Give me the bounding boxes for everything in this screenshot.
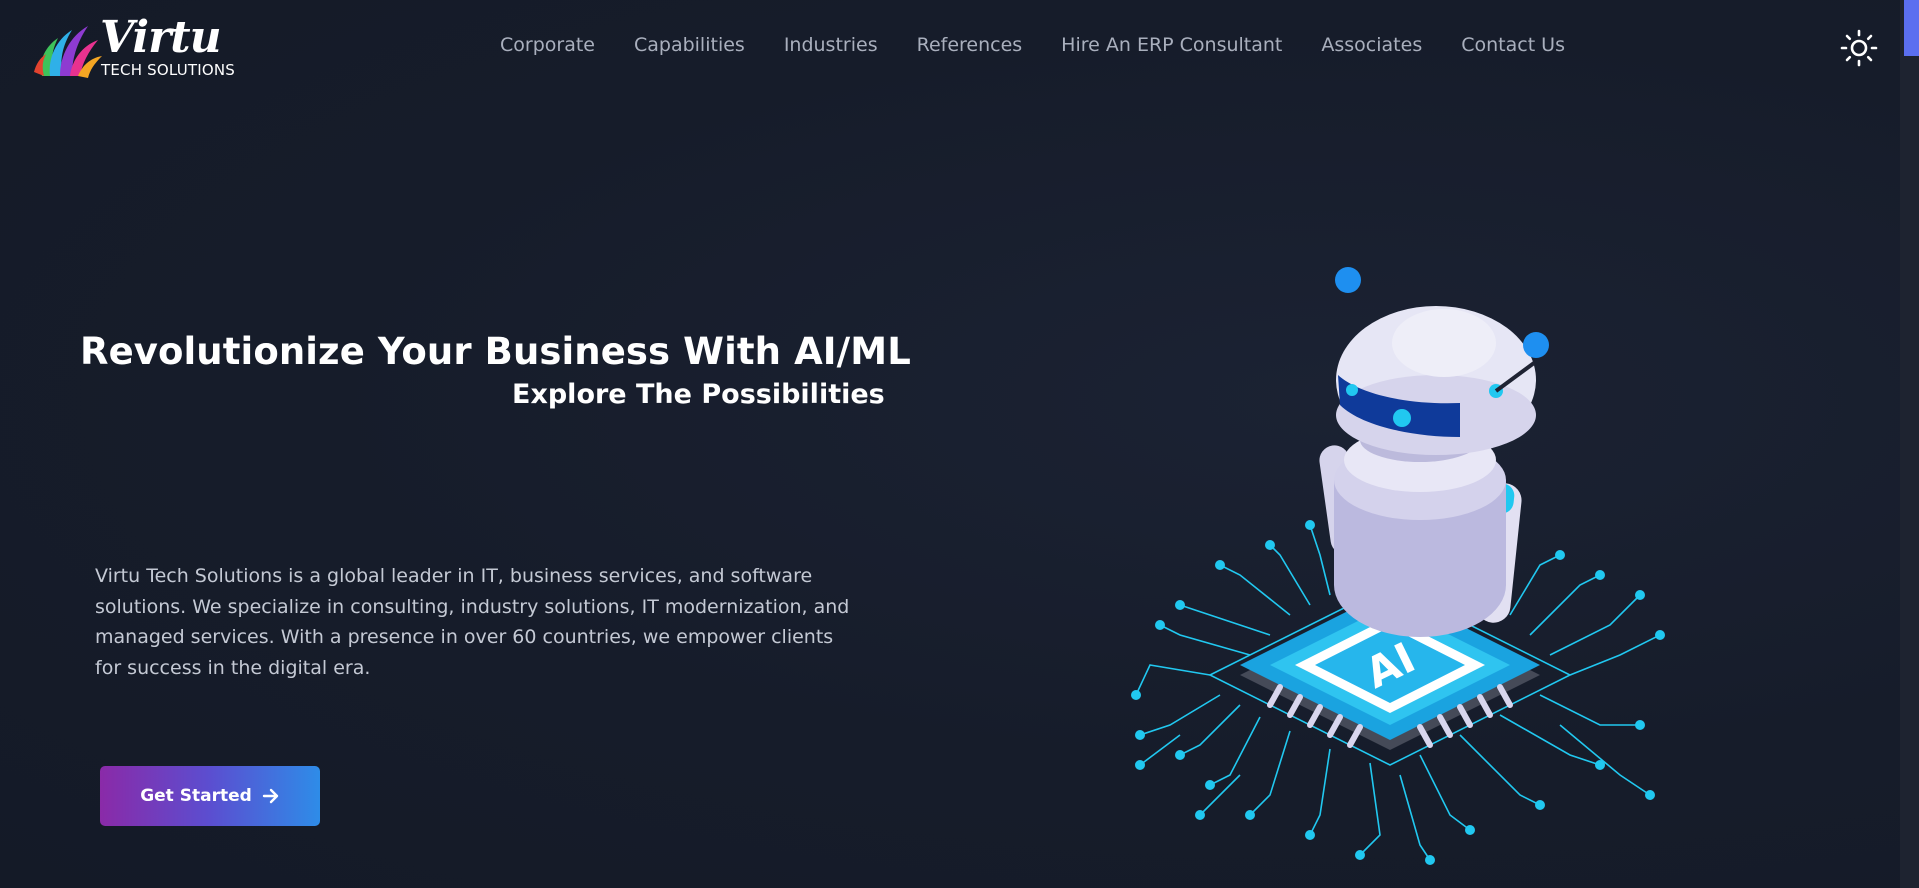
- get-started-label: Get Started: [140, 786, 252, 806]
- scrollbar[interactable]: [1900, 0, 1919, 888]
- nav-item-associates[interactable]: Associates: [1321, 34, 1422, 56]
- scrollbar-thumb[interactable]: [1904, 0, 1919, 56]
- sun-icon: [1840, 29, 1878, 67]
- get-started-button[interactable]: Get Started: [100, 766, 320, 826]
- nav-item-corporate[interactable]: Corporate: [500, 34, 595, 56]
- nav-item-hire-erp-consultant[interactable]: Hire An ERP Consultant: [1061, 34, 1282, 56]
- hero-description: Virtu Tech Solutions is a global leader …: [95, 565, 850, 679]
- robot: [1319, 267, 1549, 637]
- nav-item-capabilities[interactable]: Capabilities: [634, 34, 745, 56]
- nav-item-contact-us[interactable]: Contact Us: [1461, 34, 1565, 56]
- nav-item-references[interactable]: References: [917, 34, 1023, 56]
- arrow-right-icon: [262, 788, 278, 804]
- theme-toggle-button[interactable]: [1840, 29, 1878, 67]
- page: Virtu TECH SOLUTIONS Corporate Capabilit…: [0, 0, 1900, 888]
- ai-robot-illustration: AI: [1131, 267, 1665, 865]
- logo-mark-icon: [34, 26, 102, 78]
- brand-tagline: TECH SOLUTIONS: [101, 61, 236, 79]
- brand-wordmark: Virtu: [100, 12, 222, 63]
- brand-logo[interactable]: Virtu TECH SOLUTIONS: [32, 16, 242, 82]
- hero-subtitle: Explore The Possibilities: [512, 379, 885, 410]
- nav-item-industries[interactable]: Industries: [784, 34, 878, 56]
- main-nav: Corporate Capabilities Industries Refere…: [500, 34, 1565, 56]
- hero-title: Revolutionize Your Business With AI/ML: [80, 330, 911, 373]
